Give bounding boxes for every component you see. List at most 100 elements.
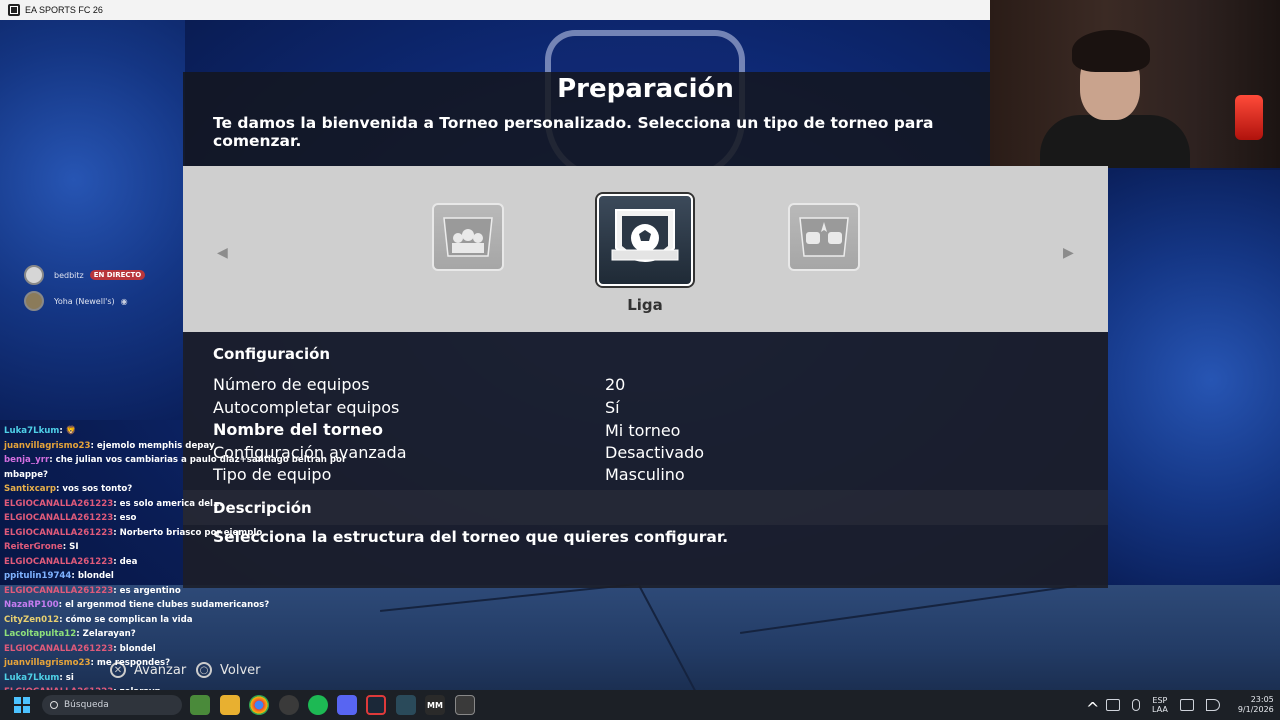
chat-username[interactable]: ELGIOCANALLA261223 (4, 499, 113, 509)
chevron-up-icon[interactable]: ^ (1086, 699, 1099, 718)
chat-username[interactable]: juanvillagrismo23 (4, 658, 91, 668)
config-row-value-name[interactable]: Mi torneo (605, 421, 680, 440)
chat-username[interactable]: ReiterGrone (4, 542, 63, 552)
tournament-type-carousel: ◀ ▶ Liga (183, 166, 1108, 332)
window-title: EA SPORTS FC 26 (25, 5, 103, 15)
chat-text: Zelarayan? (79, 629, 136, 639)
chrome-icon[interactable] (249, 695, 269, 715)
chat-message: ELGIOCANALLA261223: blondel (4, 642, 344, 657)
chat-text: blondel (74, 571, 114, 581)
tournament-type-tile-knockout[interactable] (788, 203, 860, 271)
search-placeholder: Búsqueda (64, 700, 109, 710)
taskbar: Búsqueda MM ^ ESP LAA 23:05 9/1/2026 (0, 690, 1280, 720)
live-badge: EN DIRECTO (89, 270, 146, 280)
config-row-value-team-type[interactable]: Masculino (605, 465, 685, 484)
chat-text: el argenmod tiene clubes sudamericanos? (62, 600, 270, 610)
battery-icon[interactable] (1106, 699, 1120, 711)
chat-username[interactable]: CityZen012 (4, 615, 59, 625)
volume-icon[interactable] (1205, 699, 1220, 711)
steam-icon[interactable] (366, 695, 386, 715)
chat-username[interactable]: ELGIOCANALLA261223 (4, 644, 113, 654)
chat-username[interactable]: NazaRP100 (4, 600, 59, 610)
discord-icon[interactable] (337, 695, 357, 715)
stream-live-list: bedbitz EN DIRECTO Yoha (Newell's) ◉ (24, 262, 146, 314)
config-row-value-advanced[interactable]: Desactivado (605, 443, 704, 462)
chat-text: es argentino (116, 585, 181, 596)
start-button[interactable] (14, 697, 30, 713)
webcam-person-hair (1072, 30, 1150, 72)
config-row-label-teams[interactable]: Número de equipos (213, 375, 370, 394)
system-tray: ^ ESP LAA 23:05 9/1/2026 (1080, 690, 1274, 720)
chat-message: juanvillagrismo23: me respondes? (4, 656, 344, 671)
status-dot-icon: ◉ (120, 296, 128, 306)
language-indicator[interactable]: ESP LAA (1152, 696, 1168, 714)
carousel-prev-arrow-icon[interactable]: ◀ (217, 246, 228, 260)
ea-app-icon[interactable] (455, 695, 475, 715)
taskview-icon[interactable] (190, 695, 210, 715)
tournament-type-tile-cup[interactable] (432, 203, 504, 271)
chat-text: che julian vos cambiarias a paulo diaz+s… (52, 455, 347, 465)
chat-message: ELGIOCANALLA261223: es argentino (4, 584, 344, 599)
chat-text: me respondes? (93, 658, 171, 668)
chat-message: ELGIOCANALLA261223: dea (4, 555, 344, 570)
chat-text: cómo se complican la vida (62, 614, 193, 625)
chat-text: si (62, 672, 74, 683)
clock-time: 23:05 (1250, 695, 1274, 704)
search-icon (50, 701, 58, 709)
language-top: ESP (1152, 696, 1168, 705)
config-row-label-autofill[interactable]: Autocompletar equipos (213, 398, 399, 417)
chat-username[interactable]: ELGIOCANALLA261223 (4, 586, 113, 596)
carousel-next-arrow-icon[interactable]: ▶ (1063, 246, 1074, 260)
spotify-icon[interactable] (308, 695, 328, 715)
taskbar-search[interactable]: Búsqueda (42, 695, 182, 715)
mm-app-icon[interactable]: MM (425, 695, 445, 715)
live-item[interactable]: Yoha (Newell's) ◉ (24, 288, 145, 314)
chat-username[interactable]: Luka7Lkum (4, 673, 59, 683)
window-title-bar: EA SPORTS FC 26 (0, 0, 990, 20)
chat-message: ELGIOCANALLA261223: Norberto briasco por… (4, 526, 344, 541)
chat-username[interactable]: Santixcarp (4, 484, 56, 494)
selected-tournament-type-label: Liga (627, 296, 663, 314)
crowd-icon (443, 217, 493, 257)
chat-text: Norberto briasco por ejemplo (116, 527, 263, 538)
network-icon[interactable] (1179, 699, 1194, 711)
chat-username[interactable]: benja_yrr (4, 455, 49, 465)
chat-username[interactable]: Lacoltapulta12 (4, 629, 76, 639)
chat-message: CityZen012: cómo se complican la vida (4, 613, 344, 628)
clock[interactable]: 23:05 9/1/2026 (1238, 695, 1274, 715)
chat-text: eso (116, 513, 137, 523)
league-ball-crest-icon (611, 209, 679, 262)
chat-message: Santixcarp: vos sos tonto? (4, 482, 344, 497)
app-icon[interactable] (279, 695, 299, 715)
live-name: Yoha (Newell's) (54, 296, 115, 306)
webcam-person-body (1040, 115, 1190, 168)
chat-message: juanvillagrismo23: ejemolo memphis depay (4, 439, 344, 454)
chat-text: ejemolo memphis depay (93, 440, 215, 451)
chat-username[interactable]: ELGIOCANALLA261223 (4, 557, 113, 567)
avatar (24, 291, 44, 311)
config-section-title: Configuración (213, 345, 331, 363)
chat-username[interactable]: ELGIOCANALLA261223 (4, 528, 113, 538)
chat-message: NazaRP100: el argenmod tiene clubes suda… (4, 598, 344, 613)
background-flag-left (0, 20, 185, 420)
chat-message: Lacoltapulta12: Zelarayan? (4, 627, 344, 642)
chat-text: dea (116, 556, 138, 567)
chat-username[interactable]: ELGIOCANALLA261223 (4, 513, 113, 523)
chat-text: blondel (116, 643, 156, 654)
tournament-type-tile-league[interactable] (597, 194, 693, 286)
stream-chat: Luka7Lkum: 🦁 juanvillagrismo23: ejemolo m… (4, 424, 347, 714)
chat-message: ELGIOCANALLA261223: es solo america del.… (4, 497, 344, 512)
microphone-icon[interactable] (1132, 699, 1140, 711)
webcam-red-light (1235, 95, 1263, 140)
app-icon[interactable] (396, 695, 416, 715)
config-row-value-teams[interactable]: 20 (605, 375, 625, 394)
chat-text: vos sos tonto? (59, 484, 133, 494)
config-row-value-autofill[interactable]: Sí (605, 398, 620, 417)
chat-username[interactable]: juanvillagrismo23 (4, 441, 91, 451)
app-icon (8, 4, 20, 16)
live-item[interactable]: bedbitz EN DIRECTO (24, 262, 146, 288)
chat-username[interactable]: ppitulin19744 (4, 571, 71, 581)
chat-username[interactable]: Luka7Lkum (4, 426, 59, 436)
file-explorer-icon[interactable] (220, 695, 240, 715)
chat-message: Luka7Lkum: si (4, 671, 344, 686)
